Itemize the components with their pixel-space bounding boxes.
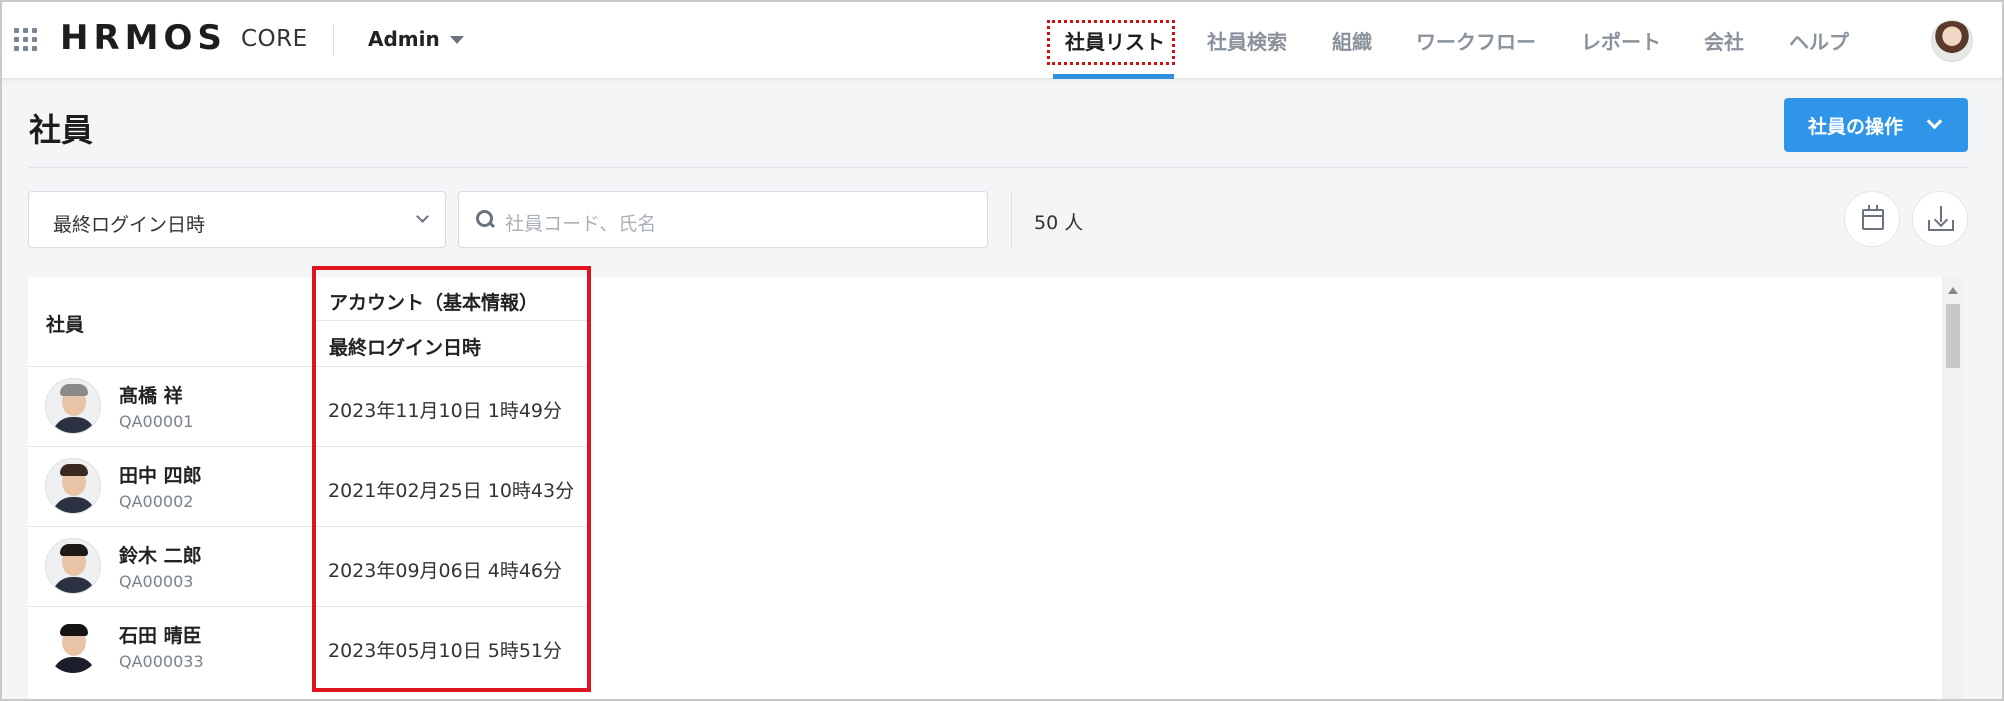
search-input[interactable]: 社員コード、氏名	[458, 191, 988, 248]
column-header-employee[interactable]: 社員	[46, 310, 84, 337]
account-switcher[interactable]: Admin	[368, 27, 440, 51]
employee-avatar[interactable]	[45, 378, 101, 434]
scroll-thumb[interactable]	[1946, 304, 1960, 368]
chevron-down-icon	[416, 210, 429, 223]
employee-count: 50 人	[1034, 212, 1084, 234]
employee-name[interactable]: 鈴木 二郎	[119, 541, 202, 568]
logo[interactable]: HRMOS	[60, 18, 227, 58]
user-avatar[interactable]	[1931, 20, 1973, 62]
employee-avatar[interactable]	[45, 618, 101, 674]
header-divider	[333, 24, 334, 56]
nav-help[interactable]: ヘルプ	[1789, 26, 1849, 55]
employee-name[interactable]: 田中 四郎	[119, 461, 202, 488]
chevron-down-icon	[1926, 113, 1943, 130]
title-divider	[29, 167, 1969, 168]
employee-name[interactable]: 髙橋 祥	[119, 381, 183, 408]
download-button[interactable]	[1912, 191, 1968, 247]
column-select[interactable]: 最終ログイン日時	[28, 191, 446, 248]
calendar-button[interactable]	[1844, 191, 1900, 247]
employee-code: QA00001	[119, 412, 194, 431]
column-select-value: 最終ログイン日時	[53, 214, 206, 236]
employee-avatar[interactable]	[45, 458, 101, 514]
employee-code: QA00003	[119, 572, 194, 591]
caret-down-icon[interactable]	[450, 36, 464, 44]
nav-workflow[interactable]: ワークフロー	[1416, 26, 1536, 55]
nav-employee-search[interactable]: 社員検索	[1207, 26, 1287, 55]
page-title: 社員	[29, 111, 94, 149]
employee-actions-button[interactable]: 社員の操作	[1784, 98, 1968, 152]
employee-name[interactable]: 石田 晴臣	[119, 621, 202, 648]
employee-avatar[interactable]	[45, 538, 101, 594]
employee-code: QA000033	[119, 652, 204, 671]
highlight-red-box	[312, 266, 591, 692]
scroll-up-arrow-icon[interactable]	[1948, 287, 1958, 294]
vertical-scrollbar[interactable]	[1942, 277, 1964, 701]
calendar-icon	[1862, 205, 1884, 230]
logo-subtitle: CORE	[241, 26, 308, 52]
download-icon	[1928, 206, 1954, 232]
employee-actions-label: 社員の操作	[1808, 115, 1904, 138]
app-grid-icon[interactable]	[14, 28, 42, 52]
active-nav-indicator	[1053, 74, 1174, 79]
nav-company[interactable]: 会社	[1704, 26, 1744, 55]
search-placeholder: 社員コード、氏名	[505, 213, 657, 235]
nav-organization[interactable]: 組織	[1332, 26, 1372, 55]
search-icon	[476, 210, 494, 228]
highlight-dotted-box	[1047, 20, 1175, 65]
top-bar: HRMOS CORE Admin 社員リスト 社員検索 組織 ワークフロー レポ…	[0, 0, 2004, 79]
nav-report[interactable]: レポート	[1581, 26, 1661, 55]
filter-divider	[1011, 191, 1012, 248]
employee-code: QA00002	[119, 492, 194, 511]
